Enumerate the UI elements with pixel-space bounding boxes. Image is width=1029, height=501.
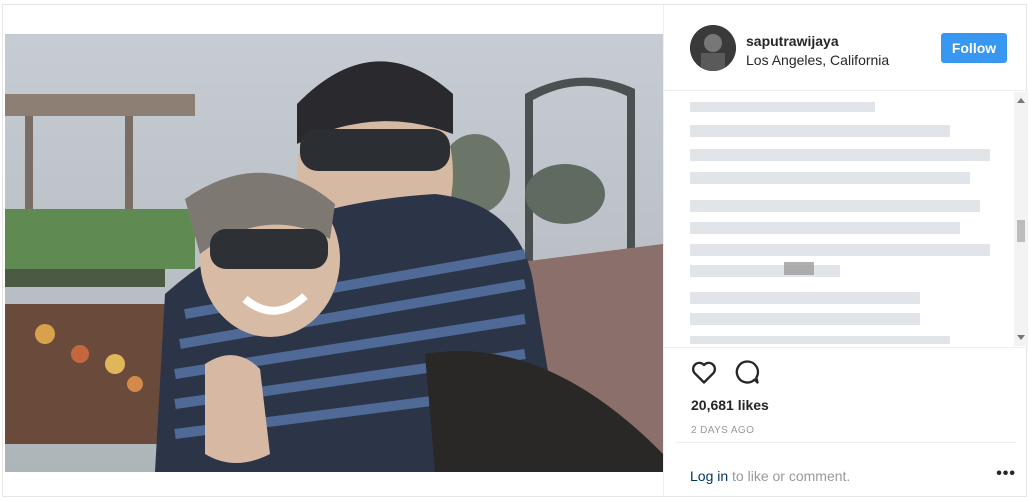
- instagram-post: saputrawijaya Los Angeles, California Fo…: [2, 4, 1028, 497]
- location-link[interactable]: Los Angeles, California: [746, 52, 889, 68]
- redacted-caption-line: [690, 244, 990, 256]
- scroll-up-icon[interactable]: [1017, 98, 1025, 103]
- post-actions: 20,681 likes 2 DAYS AGO: [664, 347, 1028, 447]
- redacted-caption-line: [690, 313, 920, 325]
- post-sidebar: saputrawijaya Los Angeles, California Fo…: [663, 5, 1028, 496]
- scroll-down-icon[interactable]: [1017, 335, 1025, 340]
- redacted-caption-line: [690, 102, 875, 112]
- likes-count[interactable]: 20,681 likes: [691, 397, 769, 413]
- caption-area: [664, 92, 1028, 346]
- redacted-caption-line: [690, 200, 980, 212]
- post-photo[interactable]: [5, 34, 663, 472]
- login-prompt: Log in to like or comment. •••: [676, 442, 1016, 496]
- redacted-caption-line: [690, 265, 840, 277]
- comment-icon[interactable]: [733, 358, 761, 386]
- follow-button[interactable]: Follow: [941, 33, 1007, 63]
- redacted-caption-line: [690, 336, 950, 344]
- login-text: Log in to like or comment.: [690, 468, 850, 484]
- redacted-caption-line: [690, 222, 960, 234]
- scroll-thumb[interactable]: [1017, 220, 1025, 242]
- heart-icon[interactable]: [690, 358, 718, 386]
- login-link[interactable]: Log in: [690, 468, 728, 484]
- redacted-caption-line: [784, 262, 814, 275]
- selfie-illustration: [5, 34, 663, 472]
- post-header: saputrawijaya Los Angeles, California Fo…: [664, 5, 1028, 91]
- redacted-caption-line: [690, 149, 990, 161]
- more-options-icon[interactable]: •••: [996, 465, 1016, 483]
- avatar[interactable]: [690, 25, 736, 71]
- redacted-caption-line: [690, 125, 950, 137]
- redacted-caption-line: [690, 292, 920, 304]
- redacted-caption-line: [690, 172, 970, 184]
- caption-scrollbar[interactable]: [1014, 92, 1028, 346]
- username[interactable]: saputrawijaya: [746, 33, 839, 49]
- post-date: 2 DAYS AGO: [691, 425, 755, 436]
- login-suffix: to like or comment.: [728, 468, 851, 484]
